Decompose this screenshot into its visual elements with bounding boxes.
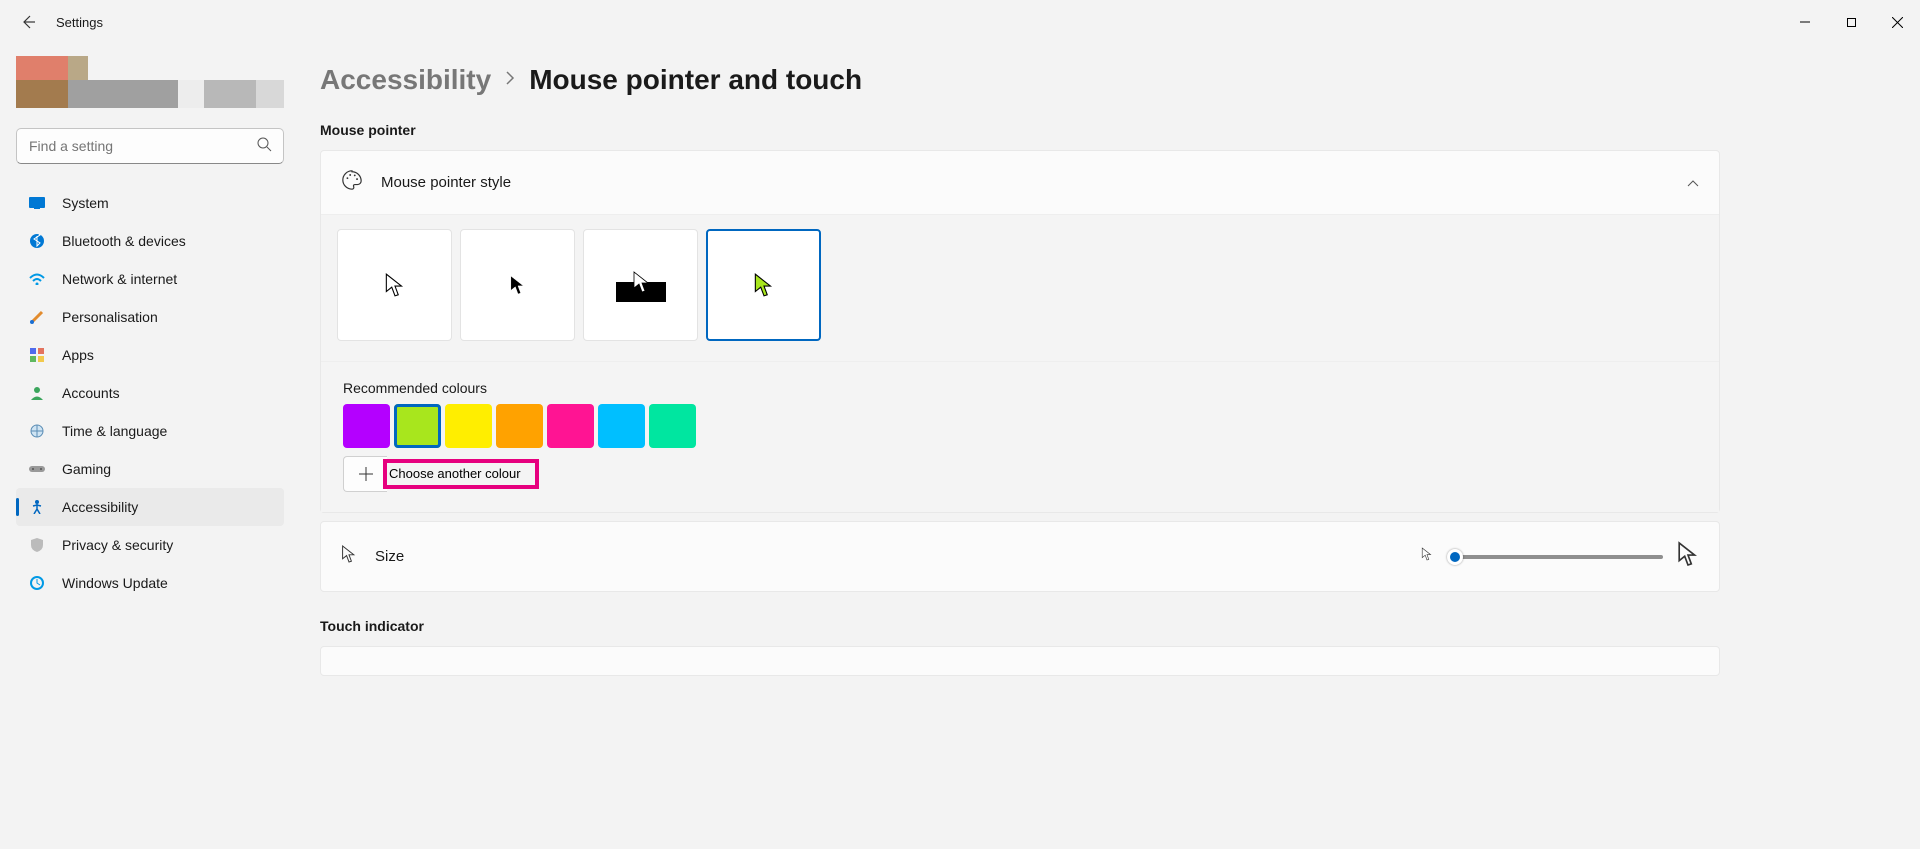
section-touch-indicator: Touch indicator <box>320 618 1720 634</box>
highlight-annotation: Choose another colour <box>383 459 539 489</box>
nav-personalisation[interactable]: Personalisation <box>16 298 284 336</box>
breadcrumb-current: Mouse pointer and touch <box>529 64 862 96</box>
choose-colour-wrap: Choose another colour <box>343 456 1697 492</box>
nav-bluetooth[interactable]: Bluetooth & devices <box>16 222 284 260</box>
nav-label: Network & internet <box>62 271 177 287</box>
back-button[interactable] <box>18 12 38 32</box>
nav-label: Windows Update <box>62 575 168 591</box>
plus-icon[interactable] <box>343 456 387 492</box>
nav-list: System Bluetooth & devices Network & int… <box>16 184 284 602</box>
slider-thumb[interactable] <box>1447 549 1463 565</box>
pointer-icon <box>341 544 357 569</box>
nav-accounts[interactable]: Accounts <box>16 374 284 412</box>
nav-time-language[interactable]: Time & language <box>16 412 284 450</box>
nav-system[interactable]: System <box>16 184 284 222</box>
minimize-button[interactable] <box>1782 0 1828 44</box>
colour-swatch-teal[interactable] <box>649 404 696 448</box>
title-bar: Settings <box>0 0 1920 44</box>
colour-swatch-lime[interactable] <box>394 404 441 448</box>
system-icon <box>28 194 46 212</box>
apps-icon <box>28 346 46 364</box>
pointer-style-black[interactable] <box>460 229 575 341</box>
nav-gaming[interactable]: Gaming <box>16 450 284 488</box>
chevron-right-icon <box>505 71 515 90</box>
card-touch-indicator[interactable] <box>320 646 1720 676</box>
nav-label: Time & language <box>62 423 167 439</box>
card-size: Size <box>320 521 1720 592</box>
pointer-style-white[interactable] <box>337 229 452 341</box>
nav-label: Accessibility <box>62 499 138 515</box>
brush-icon <box>28 308 46 326</box>
nav-apps[interactable]: Apps <box>16 336 284 374</box>
maximize-button[interactable] <box>1828 0 1874 44</box>
nav-label: Bluetooth & devices <box>62 233 186 249</box>
choose-colour-label: Choose another colour <box>389 466 521 481</box>
gamepad-icon <box>28 460 46 478</box>
palette-icon <box>341 169 363 196</box>
size-slider[interactable] <box>1447 555 1663 559</box>
chevron-up-icon <box>1687 174 1699 192</box>
search-icon <box>256 136 272 157</box>
pointer-style-inverted[interactable] <box>583 229 698 341</box>
nav-label: Personalisation <box>62 309 158 325</box>
nav-windows-update[interactable]: Windows Update <box>16 564 284 602</box>
nav-accessibility[interactable]: Accessibility <box>16 488 284 526</box>
nav-label: Privacy & security <box>62 537 173 553</box>
colour-swatch-orange[interactable] <box>496 404 543 448</box>
sidebar: System Bluetooth & devices Network & int… <box>0 44 300 849</box>
window-controls <box>1782 0 1920 44</box>
wifi-icon <box>28 270 46 288</box>
nav-label: Apps <box>62 347 94 363</box>
size-label: Size <box>375 548 404 565</box>
nav-label: Gaming <box>62 461 111 477</box>
choose-another-colour-button[interactable]: Choose another colour <box>389 466 533 481</box>
profile-block <box>16 56 284 108</box>
person-icon <box>28 384 46 402</box>
recommended-colours-label: Recommended colours <box>343 380 1697 396</box>
card-header-pointer-style[interactable]: Mouse pointer style <box>321 151 1719 214</box>
card-pointer-style: Mouse pointer style Recommended colou <box>320 150 1720 513</box>
section-mouse-pointer: Mouse pointer <box>320 122 1720 138</box>
bluetooth-icon <box>28 232 46 250</box>
breadcrumb: Accessibility Mouse pointer and touch <box>320 64 1720 96</box>
colour-section: Recommended colours Choose another colou… <box>321 361 1719 512</box>
main-content: Accessibility Mouse pointer and touch Mo… <box>300 44 1920 849</box>
colour-row <box>343 404 1697 448</box>
nav-privacy[interactable]: Privacy & security <box>16 526 284 564</box>
accessibility-icon <box>28 498 46 516</box>
breadcrumb-parent[interactable]: Accessibility <box>320 64 491 96</box>
small-pointer-icon <box>1421 546 1433 567</box>
globe-icon <box>28 422 46 440</box>
colour-swatch-pink[interactable] <box>547 404 594 448</box>
update-icon <box>28 574 46 592</box>
close-button[interactable] <box>1874 0 1920 44</box>
colour-swatch-purple[interactable] <box>343 404 390 448</box>
window-title: Settings <box>56 15 103 30</box>
shield-icon <box>28 536 46 554</box>
nav-network[interactable]: Network & internet <box>16 260 284 298</box>
pointer-style-grid <box>321 214 1719 361</box>
colour-swatch-yellow[interactable] <box>445 404 492 448</box>
search-wrap <box>16 128 284 164</box>
nav-label: Accounts <box>62 385 120 401</box>
size-slider-wrap <box>1421 540 1699 573</box>
pointer-style-custom[interactable] <box>706 229 821 341</box>
search-input[interactable] <box>16 128 284 164</box>
large-pointer-icon <box>1677 540 1699 573</box>
nav-label: System <box>62 195 109 211</box>
card-title: Mouse pointer style <box>381 174 511 191</box>
colour-swatch-cyan[interactable] <box>598 404 645 448</box>
